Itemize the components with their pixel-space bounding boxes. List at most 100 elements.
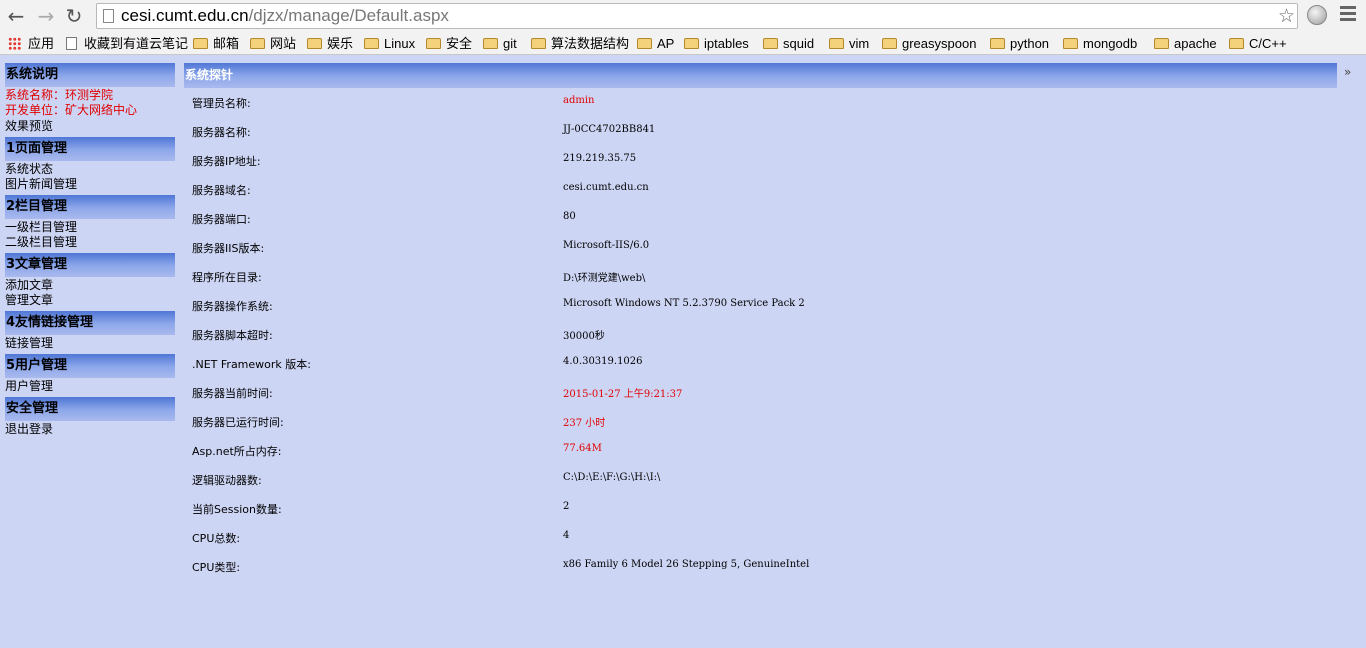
bookmark-folder[interactable]: mongodb xyxy=(1063,35,1137,52)
table-row: 服务器操作系统: Microsoft Windows NT 5.2.3790 Se… xyxy=(184,291,1337,320)
row-value: Microsoft Windows NT 5.2.3790 Service Pa… xyxy=(563,298,805,309)
sidebar-item-users[interactable]: 用户管理 xyxy=(5,379,175,394)
bookmark-star-icon[interactable]: ☆ xyxy=(1278,5,1295,27)
table-row: 程序所在目录: D:\环测党建\web\ xyxy=(184,262,1337,291)
bookmark-folder[interactable]: 邮箱 xyxy=(193,35,239,52)
sidebar-item-level1-column[interactable]: 一级栏目管理 xyxy=(5,220,175,235)
row-value: 237 小时 xyxy=(563,418,606,429)
apps-icon xyxy=(8,37,21,50)
sidebar-item-add-article[interactable]: 添加文章 xyxy=(5,278,175,293)
sidebar-item-image-news[interactable]: 图片新闻管理 xyxy=(5,177,175,192)
row-label: 服务器端口: xyxy=(192,213,251,226)
bookmarks-overflow-icon[interactable]: » xyxy=(1344,65,1351,79)
bookmark-folder[interactable]: vim xyxy=(829,35,869,52)
row-label: 服务器IP地址: xyxy=(192,155,261,168)
row-value: x86 Family 6 Model 26 Stepping 5, Genuin… xyxy=(563,559,810,570)
row-label: 服务器IIS版本: xyxy=(192,242,265,255)
bookmark-apps[interactable]: 应用 xyxy=(8,35,54,52)
bookmark-folder[interactable]: AP xyxy=(637,35,674,52)
table-row: 服务器端口: 80 xyxy=(184,204,1337,233)
row-label: 服务器名称: xyxy=(192,126,251,139)
bookmark-folder[interactable]: apache xyxy=(1154,35,1217,52)
system-name: 系统名称：环测学院 xyxy=(5,88,114,102)
row-value: 2015-01-27 上午9:21:37 xyxy=(563,389,683,400)
bookmark-folder[interactable]: greasyspoon xyxy=(882,35,976,52)
server-probe-panel: 系统探针 管理员名称: admin 服务器名称: JJ-0CC4702BB841 服务器… xyxy=(184,63,1337,581)
table-row: CPU总数: 4 xyxy=(184,523,1337,552)
row-label: 服务器脚本超时: xyxy=(192,329,273,342)
preview-link[interactable]: 效果预览 xyxy=(5,119,175,134)
table-row: 服务器名称: JJ-0CC4702BB841 xyxy=(184,117,1337,146)
logout-link[interactable]: 退出登录 xyxy=(5,422,175,437)
folder-icon xyxy=(193,38,208,49)
folder-icon xyxy=(990,38,1005,49)
info-table: 管理员名称: admin 服务器名称: JJ-0CC4702BB841 服务器IP地址:… xyxy=(184,88,1337,581)
bookmark-folder[interactable]: git xyxy=(483,35,517,52)
bookmark-folder[interactable]: Linux xyxy=(364,35,415,52)
folder-icon xyxy=(364,38,379,49)
folder-icon xyxy=(829,38,844,49)
folder-icon xyxy=(1063,38,1078,49)
row-value: JJ-0CC4702BB841 xyxy=(563,124,656,135)
table-row: 服务器当前时间: 2015-01-27 上午9:21:37 xyxy=(184,378,1337,407)
folder-icon xyxy=(637,38,652,49)
sidebar-item-links[interactable]: 链接管理 xyxy=(5,336,175,351)
sidebar: 系统说明 系统名称：环测学院 开发单位：矿大网络中心 效果预览 1页面管理 系统… xyxy=(5,63,175,437)
sidebar-item-system-status[interactable]: 系统状态 xyxy=(5,162,175,177)
table-row: 服务器脚本超时: 30000秒 xyxy=(184,320,1337,349)
bookmark-folder[interactable]: iptables xyxy=(684,35,749,52)
bookmark-folder[interactable]: 网站 xyxy=(250,35,296,52)
panel-title: 系统探针 xyxy=(184,63,1337,88)
sidebar-item-level2-column[interactable]: 二级栏目管理 xyxy=(5,235,175,250)
row-label: CPU总数: xyxy=(192,532,241,545)
sidebar-item-manage-article[interactable]: 管理文章 xyxy=(5,293,175,308)
bookmark-youdao[interactable]: 收藏到有道云笔记 xyxy=(66,35,188,52)
sidebar-section-header: 5用户管理 xyxy=(5,354,175,378)
bookmarks-bar: 应用 收藏到有道云笔记 邮箱 网站 娱乐 Linux 安全 git 算法数据结构… xyxy=(0,32,1366,79)
folder-icon xyxy=(307,38,322,49)
document-icon xyxy=(66,37,77,50)
row-label: 逻辑驱动器数: xyxy=(192,474,262,487)
bookmark-folder[interactable]: squid xyxy=(763,35,814,52)
developer: 开发单位：矿大网络中心 xyxy=(5,103,138,117)
row-value: 2 xyxy=(563,501,570,512)
table-row: 服务器IP地址: 219.219.35.75 xyxy=(184,146,1337,175)
table-row: .NET Framework 版本: 4.0.30319.1026 xyxy=(184,349,1337,378)
folder-icon xyxy=(250,38,265,49)
row-label: 管理员名称: xyxy=(192,97,251,110)
row-label: 服务器域名: xyxy=(192,184,251,197)
bookmark-folder[interactable]: 娱乐 xyxy=(307,35,353,52)
folder-icon xyxy=(882,38,897,49)
table-row: 当前Session数量: 2 xyxy=(184,494,1337,523)
table-row: 管理员名称: admin xyxy=(184,88,1337,117)
reload-icon[interactable]: ↻ xyxy=(62,4,86,28)
table-row: CPU类型: x86 Family 6 Model 26 Stepping 5, … xyxy=(184,552,1337,581)
back-icon[interactable]: ← xyxy=(4,4,28,28)
menu-icon[interactable] xyxy=(1340,6,1356,24)
bookmark-folder[interactable]: C/C++ xyxy=(1229,35,1287,52)
row-value: cesi.cumt.edu.cn xyxy=(563,182,649,193)
row-value: D:\环测党建\web\ xyxy=(563,273,646,284)
url-text[interactable]: cesi.cumt.edu.cn/djzx/manage/Default.asp… xyxy=(121,6,449,26)
row-label: 程序所在目录: xyxy=(192,271,262,284)
globe-icon[interactable] xyxy=(1307,5,1327,25)
folder-icon xyxy=(426,38,441,49)
bookmark-folder[interactable]: 安全 xyxy=(426,35,472,52)
row-label: 服务器已运行时间: xyxy=(192,416,284,429)
bookmark-folder[interactable]: python xyxy=(990,35,1049,52)
forward-icon[interactable]: → xyxy=(34,4,58,28)
table-row: 服务器已运行时间: 237 小时 xyxy=(184,407,1337,436)
sidebar-section-header: 4友情链接管理 xyxy=(5,311,175,335)
folder-icon xyxy=(1229,38,1244,49)
folder-icon xyxy=(763,38,778,49)
row-value: Microsoft-IIS/6.0 xyxy=(563,240,650,251)
address-bar[interactable]: cesi.cumt.edu.cn/djzx/manage/Default.asp… xyxy=(96,3,1298,29)
bookmark-folder[interactable]: 算法数据结构 xyxy=(531,35,629,52)
sidebar-section-header: 1页面管理 xyxy=(5,137,175,161)
sidebar-section-header: 安全管理 xyxy=(5,397,175,421)
row-value: 4.0.30319.1026 xyxy=(563,356,643,367)
sidebar-section-header: 2栏目管理 xyxy=(5,195,175,219)
row-value: 80 xyxy=(563,211,576,222)
row-label: Asp.net所占内存: xyxy=(192,445,282,458)
row-label: CPU类型: xyxy=(192,561,241,574)
